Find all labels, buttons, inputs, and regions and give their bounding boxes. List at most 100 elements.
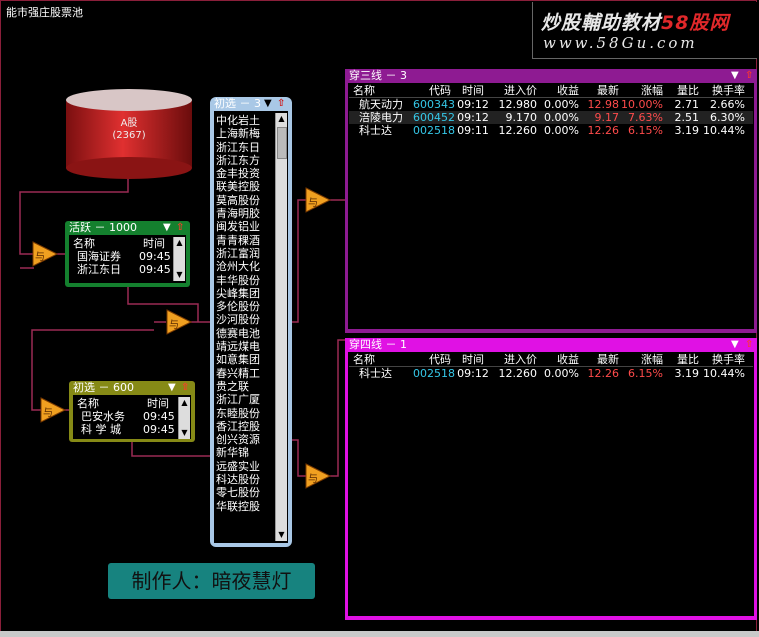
database-name: A股 [120, 118, 138, 129]
column-header[interactable]: 进入价 [489, 84, 537, 97]
active-panel-header[interactable]: 活跃 － 1000 [65, 221, 190, 235]
column-header[interactable]: 换手率 [701, 84, 745, 97]
filter-label[interactable]: 与 [43, 404, 53, 419]
column-header[interactable]: 名称 [353, 353, 411, 366]
scroll-up-icon[interactable]: ▲ [179, 397, 190, 409]
list-item[interactable]: 闽发铝业 [216, 220, 275, 233]
list-item[interactable]: 沧州大化 [216, 260, 275, 273]
table-row[interactable]: 涪陵电力 600452 09:12 9.170 0.00% 9.17 7.63% 2.51 6.… [349, 111, 753, 124]
table-row[interactable]: 巴安水务 09:45 [75, 410, 183, 423]
table-cell: 科士达 [359, 124, 392, 137]
close-arrow-icon[interactable]: ⇧ [745, 70, 753, 82]
column-header: 名称 [77, 397, 99, 410]
list-item[interactable]: 丰华股份 [216, 274, 275, 287]
scroll-thumb[interactable] [277, 127, 287, 159]
list-item[interactable]: 莫高股份 [216, 194, 275, 207]
list-item[interactable]: 德赛电池 [216, 327, 275, 340]
scroll-down-icon[interactable]: ▼ [174, 269, 185, 281]
column-header[interactable]: 涨幅 [621, 84, 663, 97]
column-header[interactable]: 收益 [539, 353, 579, 366]
filter-label[interactable]: 与 [308, 194, 318, 209]
table-row[interactable]: 浙江东日 09:45 [71, 263, 179, 276]
database-label: A股 (2367) [64, 118, 194, 142]
list-item[interactable]: 如意集团 [216, 353, 275, 366]
list-item[interactable]: 科达股份 [216, 473, 275, 486]
table-cell: 09:12 [457, 98, 489, 111]
list-item[interactable]: 春兴精工 [216, 367, 275, 380]
list-item[interactable]: 上海新梅 [216, 127, 275, 140]
table-row[interactable]: 航天动力 600343 09:12 12.980 0.00% 12.98 10.00% 2.7… [349, 98, 753, 111]
close-arrow-icon[interactable]: ⇧ [277, 98, 285, 110]
list-item[interactable]: 华联控股 [216, 500, 275, 513]
vertical-scrollbar[interactable]: ▲ ▼ [178, 397, 190, 439]
column-header[interactable]: 进入价 [489, 353, 537, 366]
column-header[interactable]: 量比 [667, 84, 699, 97]
column-header[interactable]: 时间 [457, 353, 489, 366]
table-header-row: 名称 代码 时间 进入价 收益 最新 涨幅 量比 换手率 [349, 353, 753, 367]
column-header[interactable]: 名称 [353, 84, 411, 97]
list-item[interactable]: 贵之联 [216, 380, 275, 393]
column-header[interactable]: 最新 [581, 353, 619, 366]
column-header[interactable]: 最新 [581, 84, 619, 97]
cross-four-header[interactable]: 穿四线 － 1 [345, 338, 757, 352]
vertical-scrollbar[interactable]: ▲ ▼ [173, 237, 185, 281]
column-header[interactable]: 量比 [667, 353, 699, 366]
column-header[interactable]: 收益 [539, 84, 579, 97]
dropdown-icon[interactable]: ▼ [731, 339, 739, 351]
table-cell: 2.71 [674, 98, 700, 111]
table-row[interactable]: 科 学 城 09:45 [75, 423, 183, 436]
column-header[interactable]: 换手率 [701, 353, 745, 366]
list-item[interactable]: 多伦股份 [216, 300, 275, 313]
filter-label[interactable]: 与 [308, 470, 318, 485]
dropdown-icon[interactable]: ▼ [168, 382, 176, 394]
table-cell: 0.00% [544, 98, 579, 111]
table-row[interactable]: 科士达 002518 09:12 12.260 0.00% 12.26 6.15% 3.19 1… [349, 367, 753, 380]
dropdown-icon[interactable]: ▼ [731, 70, 739, 82]
list-item[interactable]: 浙江东方 [216, 154, 275, 167]
list-item[interactable]: 香江控股 [216, 420, 275, 433]
list-item[interactable]: 青青稞酒 [216, 234, 275, 247]
initial-panel[interactable]: 初选 － 600 ▼ ⇧ 名称 时间 巴安水务 09:45 科 学 城 09:4… [69, 381, 195, 442]
table-cell: 12.260 [498, 367, 538, 380]
filter-label[interactable]: 与 [35, 248, 45, 263]
list-item[interactable]: 创兴资源 [216, 433, 275, 446]
cross-three-header[interactable]: 穿三线 － 3 [345, 69, 757, 83]
column-header[interactable]: 代码 [413, 84, 451, 97]
dropdown-icon[interactable]: ▼ [163, 222, 171, 234]
scroll-down-icon[interactable]: ▼ [179, 427, 190, 439]
initial-panel-header[interactable]: 初选 － 600 [69, 381, 195, 395]
close-arrow-icon[interactable]: ⇧ [181, 382, 189, 394]
list-item[interactable]: 远盛实业 [216, 460, 275, 473]
list-item[interactable]: 联美控股 [216, 180, 275, 193]
list-item[interactable]: 沙河股份 [216, 313, 275, 326]
column-header[interactable]: 时间 [457, 84, 489, 97]
cross-three-panel[interactable]: 穿三线 － 3 ▼ ⇧ 名称 代码 时间 进入价 收益 最新 涨幅 量比 换手率 航天动力 6003… [345, 69, 757, 333]
cross-four-panel[interactable]: 穿四线 － 1 ▼ ⇧ 名称 代码 时间 进入价 收益 最新 涨幅 量比 换手率 科士达 00251… [345, 338, 757, 620]
list-item[interactable]: 靖远煤电 [216, 340, 275, 353]
stock-name-list[interactable]: 中化岩土 上海新梅 浙江东日 浙江东方 金丰投资 联美控股 莫高股份 青海明胶 闽发铝业 青青稞酒… [216, 114, 275, 513]
list-item[interactable]: 金丰投资 [216, 167, 275, 180]
list-item[interactable]: 浙江东日 [216, 141, 275, 154]
list-item[interactable]: 零七股份 [216, 486, 275, 499]
active-panel[interactable]: 活跃 － 1000 ▼ ⇧ 名称 时间 国海证券 09:45 浙江东日 09:4… [65, 221, 190, 287]
scroll-down-icon[interactable]: ▼ [276, 529, 287, 541]
close-arrow-icon[interactable]: ⇧ [176, 222, 184, 234]
dropdown-icon[interactable]: ▼ [264, 98, 272, 110]
table-row[interactable]: 科士达 002518 09:11 12.260 0.00% 12.26 6.15% 3.19 1… [349, 124, 753, 137]
column-header[interactable]: 涨幅 [621, 353, 663, 366]
close-arrow-icon[interactable]: ⇧ [745, 339, 753, 351]
table-cell: 10.00% [621, 98, 663, 111]
list-item[interactable]: 浙江富润 [216, 247, 275, 260]
list-item[interactable]: 浙江广厦 [216, 393, 275, 406]
list-item[interactable]: 新华锦 [216, 446, 275, 459]
table-row[interactable]: 国海证券 09:45 [71, 250, 179, 263]
list-item[interactable]: 中化岩土 [216, 114, 275, 127]
list-item[interactable]: 尖峰集团 [216, 287, 275, 300]
column-header[interactable]: 代码 [413, 353, 451, 366]
scroll-up-icon[interactable]: ▲ [276, 113, 287, 125]
scroll-up-icon[interactable]: ▲ [174, 237, 185, 249]
vertical-scrollbar[interactable]: ▲ ▼ [275, 113, 287, 541]
list-item[interactable]: 东睦股份 [216, 407, 275, 420]
list-item[interactable]: 青海明胶 [216, 207, 275, 220]
filter-label[interactable]: 与 [169, 316, 179, 331]
